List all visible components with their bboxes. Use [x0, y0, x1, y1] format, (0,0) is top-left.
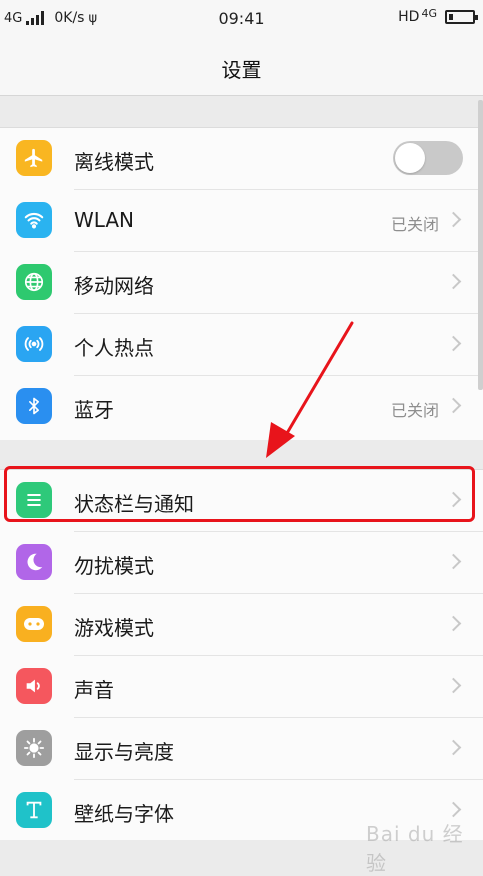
settings-item-label: 状态栏与通知 — [74, 492, 194, 516]
settings-item-do-not-disturb[interactable]: 勿扰模式 — [0, 532, 483, 594]
settings-item-wlan[interactable]: WLAN 已关闭 — [0, 190, 483, 252]
settings-item-label: 显示与亮度 — [74, 740, 174, 764]
font-t-icon — [16, 792, 52, 828]
settings-group-connectivity: 离线模式 WLAN 已关闭 移动网络 个人热点 蓝牙 已关闭 — [0, 127, 483, 440]
settings-group-personalization: 状态栏与通知 勿扰模式 游戏模式 声音 显示与亮度 壁纸与字体 — [0, 469, 483, 840]
page-title: 设置 — [221, 58, 262, 82]
settings-item-label: 蓝牙 — [74, 398, 114, 422]
chevron-right-icon — [445, 801, 462, 818]
status-right: HD 4G — [398, 6, 478, 25]
brightness-icon — [16, 730, 52, 766]
chevron-right-icon — [445, 677, 462, 694]
settings-item-label: WLAN — [74, 208, 135, 232]
scrollbar[interactable] — [478, 100, 483, 390]
toggle-knob — [395, 143, 425, 173]
chevron-right-icon — [445, 273, 462, 290]
chevron-right-icon — [445, 739, 462, 756]
status-bar: 4G 0K/s ψ 09:41 HD 4G — [0, 0, 483, 38]
settings-item-value: 已关闭 — [390, 215, 439, 234]
chevron-right-icon — [445, 491, 462, 508]
nav-bar: 设置 — [0, 38, 483, 96]
chevron-right-icon — [445, 553, 462, 570]
settings-item-hotspot[interactable]: 个人热点 — [0, 314, 483, 376]
settings-item-status-bar-notifications[interactable]: 状态栏与通知 — [0, 470, 483, 532]
moon-icon — [16, 544, 52, 580]
settings-item-airplane-mode[interactable]: 离线模式 — [0, 128, 483, 190]
speaker-icon — [16, 668, 52, 704]
settings-item-label: 游戏模式 — [74, 616, 154, 640]
settings-item-label: 壁纸与字体 — [74, 802, 174, 826]
chevron-right-icon — [445, 615, 462, 632]
chevron-right-icon — [445, 211, 462, 228]
settings-item-label: 离线模式 — [74, 150, 154, 174]
battery-icon — [445, 10, 478, 24]
bluetooth-icon — [16, 388, 52, 424]
settings-item-label: 勿扰模式 — [74, 554, 154, 578]
chevron-right-icon — [445, 397, 462, 414]
settings-item-game-mode[interactable]: 游戏模式 — [0, 594, 483, 656]
hd-label: HD — [398, 9, 420, 25]
airplane-mode-toggle[interactable] — [393, 141, 463, 175]
notification-list-icon — [16, 482, 52, 518]
hotspot-icon — [16, 326, 52, 362]
settings-item-label: 个人热点 — [74, 336, 154, 360]
settings-item-sound[interactable]: 声音 — [0, 656, 483, 718]
settings-item-display-brightness[interactable]: 显示与亮度 — [0, 718, 483, 780]
settings-item-label: 移动网络 — [74, 274, 154, 298]
network-type-right: 4G — [421, 6, 437, 20]
gamepad-icon — [16, 606, 52, 642]
chevron-right-icon — [445, 335, 462, 352]
settings-item-bluetooth[interactable]: 蓝牙 已关闭 — [0, 376, 483, 438]
settings-item-value: 已关闭 — [390, 401, 439, 420]
settings-item-mobile-network[interactable]: 移动网络 — [0, 252, 483, 314]
airplane-icon — [16, 140, 52, 176]
settings-item-label: 声音 — [74, 678, 114, 702]
wifi-icon — [16, 202, 52, 238]
globe-icon — [16, 264, 52, 300]
watermark-logo: Bai du 经验 — [366, 822, 464, 875]
